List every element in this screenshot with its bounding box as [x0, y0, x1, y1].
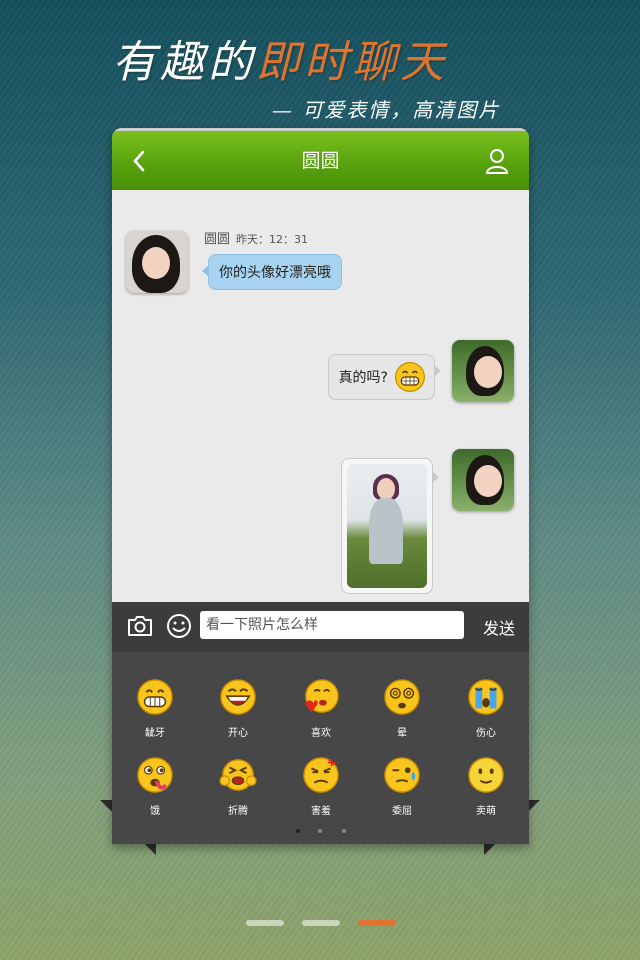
emoticon-page-dot-2[interactable]	[318, 829, 322, 833]
promo-title: 有趣的即时聊天	[112, 26, 448, 90]
sender-name: 圆圆	[204, 232, 231, 247]
emoticon-panel: 龇牙 开心 喜欢 晕 伤心 饿 折腾 害羞 委屈 卖萌	[112, 652, 529, 844]
photo-message-bubble[interactable]	[341, 458, 439, 594]
emoticon-label: 龇牙	[145, 728, 165, 739]
emoticon-label: 饿	[150, 806, 160, 817]
message-input[interactable]	[200, 611, 464, 639]
chat-header: 圆圆	[112, 128, 529, 190]
emoticon-cry[interactable]: 伤心	[451, 678, 521, 739]
like-emoji-icon	[305, 679, 339, 713]
my-avatar[interactable]	[452, 340, 514, 402]
aggrieved-emoji-icon	[384, 757, 420, 793]
emoticon-label: 晕	[397, 728, 407, 739]
promo-title-part2: 即时聊天	[256, 37, 448, 88]
emoticon-label: 折腾	[228, 806, 248, 817]
incoming-message-bubble[interactable]: 你的头像好漂亮哦	[202, 254, 342, 290]
hungry-emoji-icon	[137, 757, 173, 793]
emoticon-label: 委屈	[392, 806, 412, 817]
cry-emoji-icon	[468, 679, 504, 715]
emoji-picker-icon[interactable]	[166, 613, 192, 639]
chat-title: 圆圆	[301, 150, 340, 172]
profile-icon[interactable]	[485, 148, 509, 174]
screen-indicator-1[interactable]	[246, 920, 284, 926]
emoticon-label: 害羞	[311, 806, 331, 817]
frustrated-emoji-icon	[219, 759, 257, 791]
emoticon-page-dot-3[interactable]	[342, 829, 346, 833]
promo-subtitle: — 可爱表情，高清图片	[272, 98, 501, 122]
emoticon-happy[interactable]: 开心	[203, 678, 273, 739]
send-button[interactable]: 发送	[483, 615, 515, 639]
promo-title-part1: 有趣的	[112, 37, 256, 88]
emoticon-page-dot-1[interactable]	[296, 829, 300, 833]
emoticon-label: 喜欢	[311, 728, 331, 739]
outgoing-message-text: 真的吗?	[338, 370, 388, 386]
input-bar: 发送	[112, 602, 529, 652]
grin-emoji-icon	[395, 362, 425, 392]
emoticon-label: 卖萌	[476, 806, 496, 817]
emoticon-like[interactable]: 喜欢	[286, 678, 356, 739]
outgoing-message-bubble[interactable]: 真的吗?	[327, 354, 442, 400]
emoticon-label: 开心	[228, 728, 248, 739]
screen-indicator-3[interactable]	[358, 920, 396, 926]
emoticon-aggrieved[interactable]: 委屈	[367, 756, 437, 817]
screen-indicator-2[interactable]	[302, 920, 340, 926]
emoticon-cute[interactable]: 卖萌	[451, 756, 521, 817]
message-meta: 圆圆 昨天：12：31	[204, 228, 308, 247]
sent-photo[interactable]	[347, 464, 427, 588]
shy-emoji-icon	[303, 757, 339, 793]
emoticon-hungry[interactable]: 饿	[120, 756, 190, 817]
emoticon-dizzy[interactable]: 晕	[367, 678, 437, 739]
contact-avatar[interactable]	[126, 231, 188, 293]
emoticon-label: 伤心	[476, 728, 496, 739]
emoticon-grin[interactable]: 龇牙	[120, 678, 190, 739]
emoticon-frustrated[interactable]: 折腾	[203, 756, 273, 817]
message-time: 昨天：12：31	[236, 233, 309, 246]
grin-emoji-icon	[137, 679, 173, 715]
cute-emoji-icon	[468, 757, 504, 793]
emoticon-shy[interactable]: 害羞	[286, 756, 356, 817]
my-avatar-2[interactable]	[452, 449, 514, 511]
dizzy-emoji-icon	[384, 679, 420, 715]
happy-emoji-icon	[220, 679, 256, 715]
camera-icon[interactable]	[126, 613, 154, 639]
phone-screen: 圆圆 圆圆昨天：12：31 你的头像好漂亮哦 真的吗? 发送 龇牙	[112, 128, 529, 844]
